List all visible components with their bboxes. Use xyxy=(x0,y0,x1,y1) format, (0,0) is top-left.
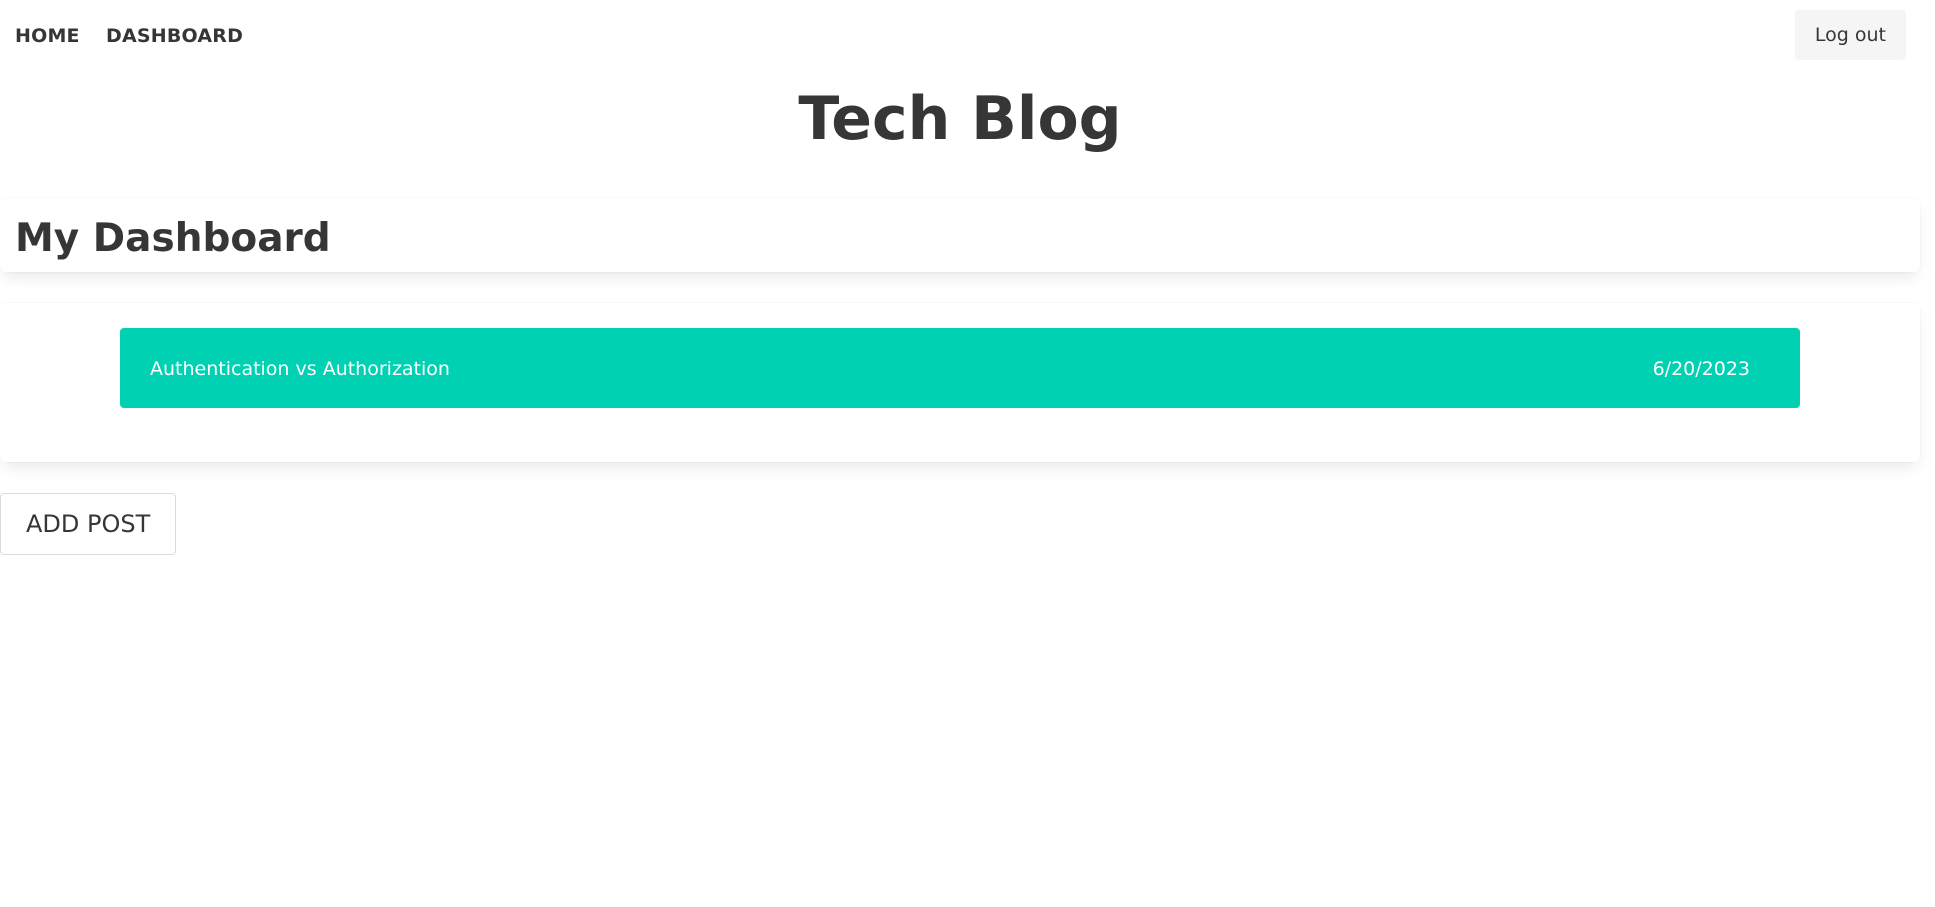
add-post-button[interactable]: ADD POST xyxy=(0,493,177,555)
nav-dashboard-link[interactable]: DASHBOARD xyxy=(106,25,243,47)
post-title: Authentication vs Authorization xyxy=(150,358,450,380)
posts-card: Authentication vs Authorization 6/20/202… xyxy=(0,303,1920,462)
post-date: 6/20/2023 xyxy=(1652,358,1750,380)
logout-button[interactable]: Log out xyxy=(1794,10,1906,60)
page: HOME DASHBOARD Log out Tech Blog My Dash… xyxy=(0,0,1935,907)
dashboard-heading: My Dashboard xyxy=(15,216,331,261)
dashboard-header-card: My Dashboard xyxy=(0,198,1920,272)
navbar: HOME DASHBOARD Log out xyxy=(0,0,1935,70)
nav-home-link[interactable]: HOME xyxy=(15,25,80,47)
post-item[interactable]: Authentication vs Authorization 6/20/202… xyxy=(120,328,1800,408)
site-title: Tech Blog xyxy=(798,84,1122,154)
